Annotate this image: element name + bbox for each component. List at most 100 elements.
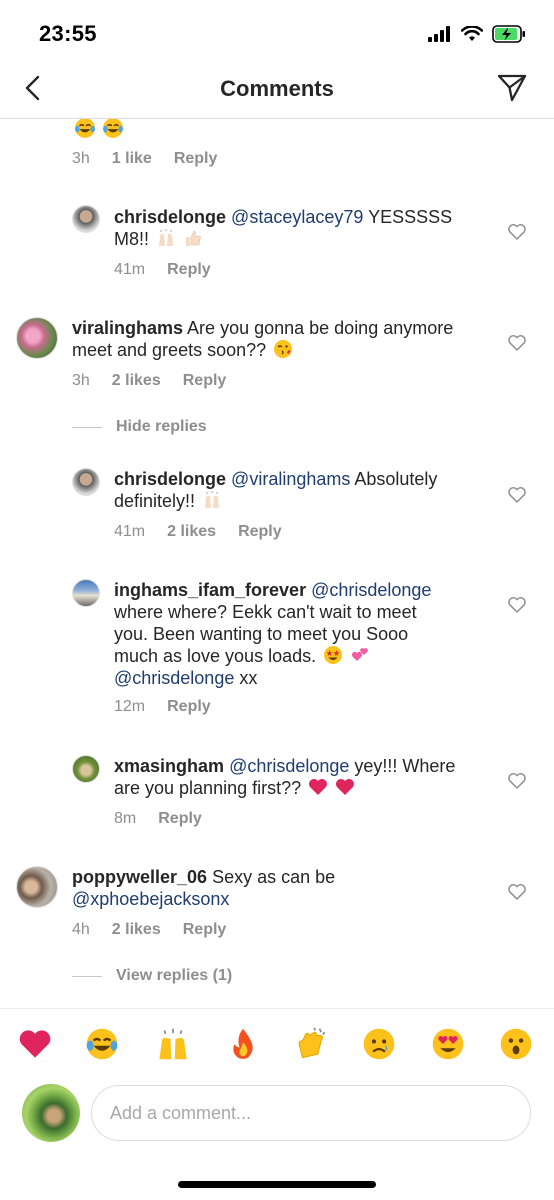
like-heart-icon[interactable] bbox=[507, 485, 527, 505]
like-heart-icon[interactable] bbox=[507, 771, 527, 791]
wifi-icon bbox=[461, 26, 483, 41]
comment-body: Sexy as can be bbox=[207, 867, 336, 887]
comment-body: where where? Eekk can't wait to meet you… bbox=[114, 602, 417, 666]
raised-hands-emoji-icon bbox=[205, 491, 220, 508]
direct-share-icon[interactable] bbox=[496, 72, 528, 104]
like-heart-icon[interactable] bbox=[507, 882, 527, 902]
reply-button[interactable]: Reply bbox=[238, 523, 282, 541]
avatar[interactable] bbox=[72, 579, 100, 607]
comment-meta: 41m Reply bbox=[114, 261, 233, 279]
view-replies-toggle[interactable]: View replies (1) bbox=[72, 967, 232, 985]
astonished-face-reaction-icon[interactable] bbox=[499, 1027, 533, 1061]
star-struck-emoji-icon bbox=[324, 646, 343, 664]
mention-link[interactable]: @xphoebejacksonx bbox=[72, 889, 229, 909]
nav-bar: Comments bbox=[0, 62, 554, 119]
comment-text: xmasingham @chrisdelonge yey!!! Where ar… bbox=[114, 755, 484, 799]
mention-link[interactable]: @chrisdelonge bbox=[311, 580, 431, 600]
comment-time: 12m bbox=[114, 698, 146, 715]
reply-button[interactable]: Reply bbox=[183, 372, 227, 390]
face-blowing-kiss-emoji-icon bbox=[274, 340, 293, 358]
mention-link[interactable]: @chrisdelonge bbox=[229, 756, 349, 776]
comment-text: chrisdelonge @viralinghams Absolutely de… bbox=[114, 468, 484, 512]
avatar[interactable] bbox=[16, 317, 58, 359]
comment-username[interactable]: poppyweller_06 bbox=[72, 867, 207, 887]
comment-meta: 8m Reply bbox=[114, 810, 224, 828]
reply-button[interactable]: Reply bbox=[174, 150, 218, 168]
divider-line bbox=[72, 975, 102, 977]
reply-item: inghams_ifam_forever @chrisdelonge where… bbox=[0, 579, 554, 729]
avatar[interactable] bbox=[16, 866, 58, 908]
hide-replies-toggle[interactable]: Hide replies bbox=[72, 418, 207, 436]
reply-item: chrisdelonge @staceylacey79 YESSSSS M8!!… bbox=[0, 205, 554, 295]
comment-text: poppyweller_06 Sexy as can be @xphoebeja… bbox=[72, 866, 482, 910]
comment-item: 3h 1 like Reply bbox=[0, 119, 554, 179]
tears-of-joy-emoji-icon bbox=[103, 119, 124, 138]
comment-item: poppyweller_06 Sexy as can be @xphoebeja… bbox=[0, 866, 554, 1006]
mention-link[interactable]: @chrisdelonge bbox=[114, 668, 234, 688]
comment-likes[interactable]: 2 likes bbox=[167, 523, 216, 541]
mention-link[interactable]: @viralinghams bbox=[231, 469, 350, 489]
home-indicator[interactable] bbox=[178, 1181, 376, 1188]
view-replies-label[interactable]: View replies (1) bbox=[116, 967, 232, 985]
reply-button[interactable]: Reply bbox=[158, 810, 202, 828]
divider-line bbox=[72, 426, 102, 428]
thumbs-up-emoji-icon bbox=[186, 230, 201, 246]
comment-meta: 4h 2 likes Reply bbox=[72, 921, 248, 939]
red-heart-emoji-icon bbox=[309, 779, 328, 795]
comment-likes[interactable]: 2 likes bbox=[112, 921, 161, 939]
comment-time: 3h bbox=[72, 372, 90, 389]
comment-text: inghams_ifam_forever @chrisdelonge where… bbox=[114, 579, 454, 689]
comment-meta: 41m 2 likes Reply bbox=[114, 523, 304, 541]
tears-of-joy-reaction-icon[interactable] bbox=[85, 1027, 119, 1061]
battery-charging-icon bbox=[492, 25, 525, 43]
comments-list[interactable]: 3h 1 like Reply chrisdelonge @staceylace… bbox=[0, 119, 554, 1007]
raised-hands-emoji-icon bbox=[159, 229, 174, 246]
hide-replies-label[interactable]: Hide replies bbox=[116, 418, 207, 436]
comment-username[interactable]: viralinghams bbox=[72, 318, 183, 338]
comment-username[interactable]: chrisdelonge bbox=[114, 207, 226, 227]
cellular-signal-icon bbox=[428, 26, 450, 42]
heart-eyes-reaction-icon[interactable] bbox=[431, 1027, 465, 1061]
reply-item: xmasingham @chrisdelonge yey!!! Where ar… bbox=[0, 755, 554, 845]
comment-body-end: xx bbox=[234, 668, 258, 688]
comment-text: viralinghams Are you gonna be doing anym… bbox=[72, 317, 482, 361]
reply-button[interactable]: Reply bbox=[167, 261, 211, 279]
fire-reaction-icon[interactable] bbox=[226, 1027, 260, 1061]
status-time: 23:55 bbox=[39, 21, 97, 46]
mention-link[interactable]: @staceylacey79 bbox=[231, 207, 363, 227]
comment-likes[interactable]: 1 like bbox=[112, 150, 152, 168]
status-bar: 23:55 bbox=[0, 0, 554, 62]
raised-hands-reaction-icon[interactable] bbox=[156, 1027, 190, 1061]
reply-button[interactable]: Reply bbox=[183, 921, 227, 939]
reply-button[interactable]: Reply bbox=[167, 698, 211, 716]
comment-meta: 3h 1 like Reply bbox=[72, 150, 239, 168]
crying-face-reaction-icon[interactable] bbox=[362, 1027, 396, 1061]
like-heart-icon[interactable] bbox=[507, 222, 527, 242]
red-heart-emoji-icon bbox=[336, 779, 355, 795]
clapping-hands-reaction-icon[interactable] bbox=[294, 1027, 328, 1061]
comment-likes[interactable]: 2 likes bbox=[112, 372, 161, 390]
comment-text: chrisdelonge @staceylacey79 YESSSSS M8!! bbox=[114, 206, 474, 250]
comment-meta: 12m Reply bbox=[114, 698, 233, 716]
comment-time: 41m bbox=[114, 523, 146, 540]
comment-username[interactable]: xmasingham bbox=[114, 756, 224, 776]
status-icons bbox=[428, 24, 526, 44]
comment-username[interactable]: inghams_ifam_forever bbox=[114, 580, 306, 600]
quick-reaction-bar bbox=[0, 1008, 554, 1081]
comment-composer bbox=[0, 1080, 554, 1150]
two-hearts-emoji-icon bbox=[352, 648, 369, 661]
avatar[interactable] bbox=[72, 468, 100, 496]
avatar[interactable] bbox=[72, 755, 100, 783]
red-heart-reaction-icon[interactable] bbox=[18, 1027, 52, 1061]
comment-username[interactable]: chrisdelonge bbox=[114, 469, 226, 489]
add-comment-input[interactable] bbox=[91, 1085, 531, 1141]
reply-item: chrisdelonge @viralinghams Absolutely de… bbox=[0, 468, 554, 558]
comment-time: 4h bbox=[72, 921, 90, 938]
avatar[interactable] bbox=[72, 205, 100, 233]
current-user-avatar bbox=[22, 1084, 80, 1142]
like-heart-icon[interactable] bbox=[507, 595, 527, 615]
comment-emoji-row bbox=[72, 119, 124, 141]
comment-time: 3h bbox=[72, 150, 90, 167]
comment-meta: 3h 2 likes Reply bbox=[72, 372, 248, 390]
like-heart-icon[interactable] bbox=[507, 333, 527, 353]
